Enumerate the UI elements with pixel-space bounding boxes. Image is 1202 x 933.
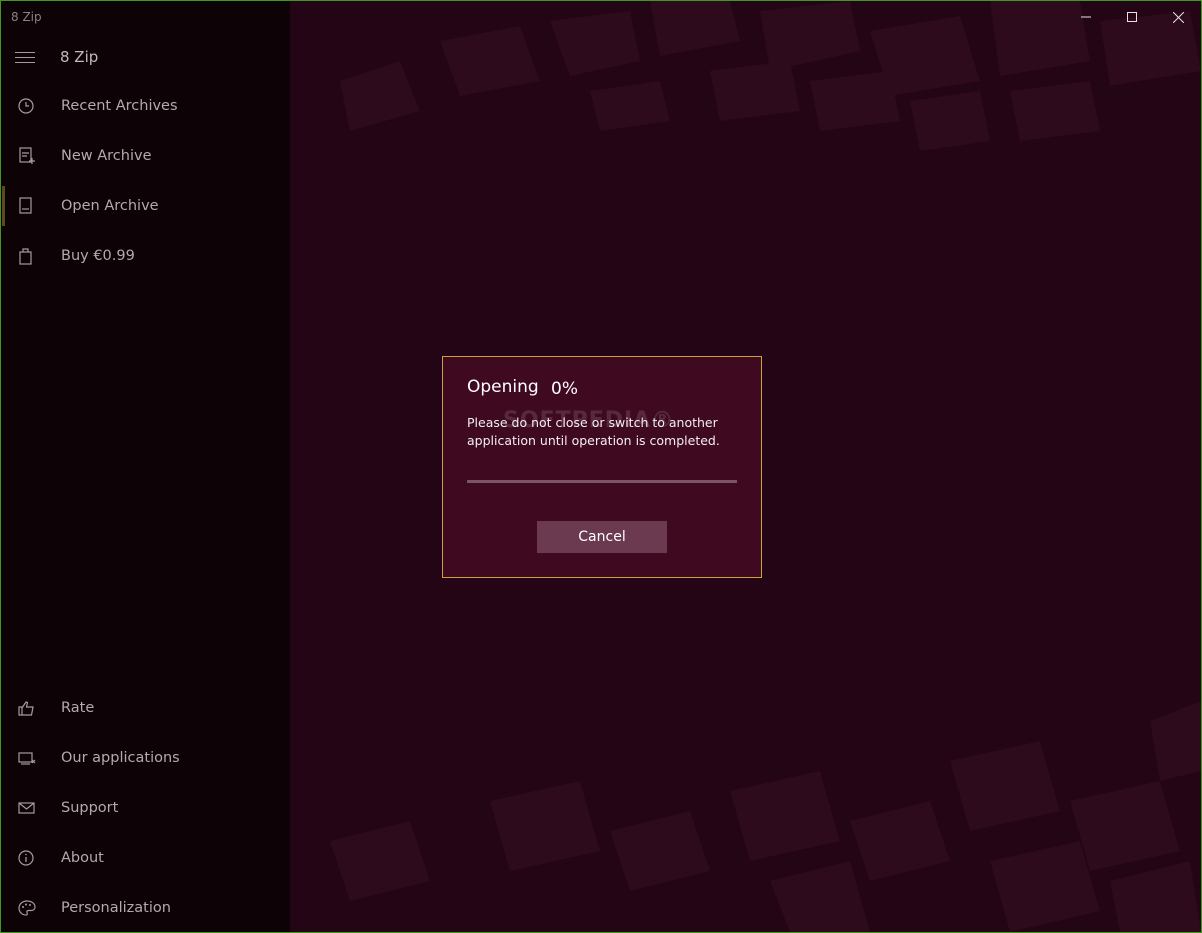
nav-label: Support (61, 800, 119, 816)
progress-dialog: Opening 0% SOFTPEDIA® Please do not clos… (442, 356, 762, 578)
window-controls (1063, 1, 1201, 33)
clock-icon (1, 98, 61, 114)
mail-icon (1, 801, 61, 815)
minimize-icon (1081, 16, 1091, 18)
navigation-pane: 8 Zip 8 Zip Recent Archives New Archive … (1, 1, 290, 932)
nav-about[interactable]: About (1, 835, 290, 881)
hamburger-menu-icon[interactable] (15, 47, 37, 67)
maximize-button[interactable] (1109, 1, 1155, 33)
nav-new-archive[interactable]: New Archive (1, 133, 290, 179)
dialog-message: Please do not close or switch to another… (467, 415, 720, 448)
open-archive-icon (1, 197, 61, 215)
nav-personalization[interactable]: Personalization (1, 885, 290, 931)
nav-recent-archives[interactable]: Recent Archives (1, 83, 290, 129)
nav-label: Our applications (61, 750, 180, 766)
nav-rate[interactable]: Rate (1, 685, 290, 731)
palette-icon (1, 900, 61, 916)
minimize-button[interactable] (1063, 1, 1109, 33)
nav-label: About (61, 850, 104, 866)
info-icon (1, 850, 61, 866)
close-icon (1172, 11, 1184, 23)
nav-label: Recent Archives (61, 98, 178, 114)
nav-support[interactable]: Support (1, 785, 290, 831)
window-title: 8 Zip (11, 10, 42, 24)
progress-percent: 0% (551, 379, 578, 399)
nav-buy[interactable]: Buy €0.99 (1, 233, 290, 279)
thumbs-up-icon (1, 700, 61, 716)
maximize-icon (1127, 12, 1137, 22)
app-name: 8 Zip (60, 48, 99, 66)
nav-label: Rate (61, 700, 95, 716)
nav-label: New Archive (61, 148, 152, 164)
new-archive-icon (1, 147, 61, 165)
progress-bar (467, 480, 737, 483)
app-window: 8 Zip 8 Zip Recent Archives New Archive … (0, 0, 1202, 933)
nav-label: Personalization (61, 900, 171, 916)
nav-open-archive[interactable]: Open Archive (1, 183, 290, 229)
applications-icon (1, 750, 61, 766)
dialog-title: Opening (467, 377, 539, 397)
shopping-bag-icon (1, 247, 61, 265)
cancel-button[interactable]: Cancel (537, 521, 667, 553)
nav-our-applications[interactable]: Our applications (1, 735, 290, 781)
close-button[interactable] (1155, 1, 1201, 33)
nav-label: Open Archive (61, 198, 159, 214)
nav-label: Buy €0.99 (61, 248, 135, 264)
